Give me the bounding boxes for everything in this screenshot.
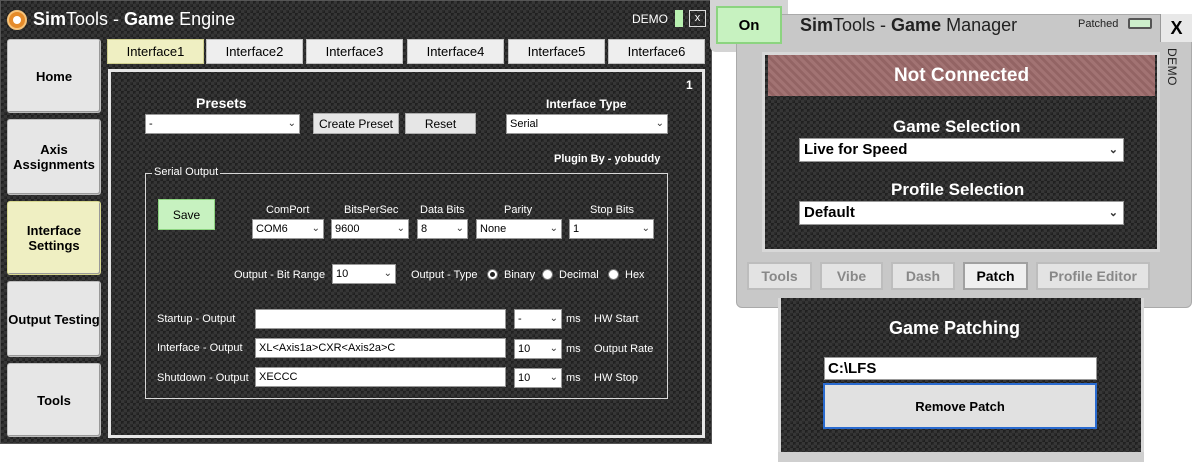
chevron-down-icon: ⌄ (396, 223, 405, 234)
decimal-radio[interactable] (542, 269, 553, 280)
startup-ms-unit: ms (566, 313, 581, 325)
game-patching-heading: Game Patching (889, 318, 1021, 338)
chevron-down-icon: ⌄ (549, 343, 558, 354)
binary-radio-label: Binary (504, 269, 536, 281)
chevron-down-icon: ⌄ (383, 268, 392, 279)
tab-interface3[interactable]: Interface3 (306, 39, 403, 64)
chevron-down-icon: ⌄ (287, 118, 296, 129)
decimal-radio-label: Decimal (559, 269, 599, 281)
interface-ms-unit: ms (566, 343, 581, 355)
tab-interface4[interactable]: Interface4 (407, 39, 504, 64)
chevron-down-icon: ⌄ (549, 313, 558, 324)
tab-dash[interactable]: Dash (891, 262, 955, 290)
hw-stop-label: HW Stop (594, 372, 639, 384)
manager-title: SimTools - Game Manager (800, 15, 1018, 35)
simtools-logo-icon (7, 10, 27, 30)
presets-select[interactable]: - ⌄ (145, 114, 300, 134)
remove-patch-button[interactable]: Remove Patch (823, 383, 1097, 429)
stopbits-select[interactable]: 1 ⌄ (569, 219, 654, 239)
profile-selection-heading: Profile Selection (891, 180, 1025, 199)
game-selection-select[interactable]: Live for Speed ⌄ (799, 138, 1124, 162)
tab-tools[interactable]: Tools (747, 262, 812, 290)
interface-output-label: Interface - Output (157, 342, 243, 354)
demo-toggle[interactable] (675, 10, 683, 27)
chevron-down-icon: ⌄ (455, 223, 464, 234)
interface-type-heading: Interface Type (546, 97, 627, 111)
startup-output-label: Startup - Output (157, 313, 236, 325)
tab-profile-editor[interactable]: Profile Editor (1036, 262, 1150, 290)
tab-interface6[interactable]: Interface6 (608, 39, 705, 64)
tab-patch[interactable]: Patch (963, 262, 1028, 290)
sidebar-axis-assignments-button[interactable]: Axis Assignments (7, 119, 101, 195)
output-rate-label: Output Rate (594, 343, 654, 355)
sidebar-home-button[interactable]: Home (7, 39, 101, 113)
game-selection-heading: Game Selection (893, 117, 1021, 136)
chevron-down-icon: ⌄ (311, 223, 320, 234)
serial-output-title: Serial Output (152, 166, 221, 178)
save-button[interactable]: Save (158, 199, 215, 230)
connection-status: Not Connected (768, 55, 1155, 96)
chevron-down-icon: ⌄ (1108, 207, 1118, 219)
chevron-down-icon: ⌄ (655, 118, 664, 129)
patched-indicator (1128, 18, 1152, 29)
patched-label: Patched (1078, 18, 1119, 30)
hex-radio-label: Hex (625, 269, 645, 281)
presets-heading: Presets (196, 95, 247, 111)
reset-button[interactable]: Reset (405, 113, 476, 134)
demo-label: DEMO (632, 12, 668, 26)
hex-radio[interactable] (608, 269, 619, 280)
databits-select[interactable]: 8 ⌄ (417, 219, 468, 239)
shutdown-output-field[interactable]: XECCC (255, 367, 506, 387)
manager-close-button[interactable]: X (1160, 14, 1192, 42)
parity-select[interactable]: None ⌄ (476, 219, 562, 239)
stopbits-label: Stop Bits (590, 204, 635, 216)
engine-close-button[interactable]: x (689, 10, 706, 27)
tab-interface5[interactable]: Interface5 (508, 39, 605, 64)
tab-vibe[interactable]: Vibe (820, 262, 883, 290)
bit-range-label: Output - Bit Range (234, 269, 326, 281)
engine-titlebar[interactable]: SimTools - Game Engine DEMO x (1, 1, 713, 37)
on-button[interactable]: On (716, 6, 782, 44)
chevron-down-icon: ⌄ (1108, 144, 1118, 156)
game-engine-window: SimTools - Game Engine DEMO x Home Axis … (0, 0, 712, 444)
interface-ms-select[interactable]: 10 ⌄ (514, 339, 562, 359)
sidebar-tools-button[interactable]: Tools (7, 363, 101, 437)
tab-interface1[interactable]: Interface1 (107, 39, 204, 64)
shutdown-ms-unit: ms (566, 372, 581, 384)
bit-range-select[interactable]: 10 ⌄ (332, 264, 396, 284)
binary-radio[interactable] (487, 269, 498, 280)
comport-select[interactable]: COM6 ⌄ (252, 219, 324, 239)
comport-label: ComPort (266, 204, 310, 216)
sidebar-output-testing-button[interactable]: Output Testing (7, 281, 101, 357)
patch-path-field[interactable]: C:\LFS (824, 357, 1097, 380)
databits-label: Data Bits (420, 204, 465, 216)
chevron-down-icon: ⌄ (641, 223, 650, 234)
startup-output-field[interactable] (255, 309, 506, 329)
interface-type-select[interactable]: Serial ⌄ (506, 114, 668, 134)
bitspersec-label: BitsPerSec (344, 204, 399, 216)
interface-output-field[interactable]: XL<Axis1a>CXR<Axis2a>C (255, 338, 506, 358)
demo-vertical-label: DEMO (1165, 48, 1179, 86)
parity-label: Parity (504, 204, 533, 216)
tab-interface2[interactable]: Interface2 (206, 39, 303, 64)
profile-selection-select[interactable]: Default ⌄ (799, 201, 1124, 225)
plugin-by-label: Plugin By - yobuddy (554, 153, 661, 165)
hw-start-label: HW Start (594, 313, 639, 325)
manager-bottom-edge (778, 452, 1144, 462)
output-type-label: Output - Type (411, 269, 478, 281)
create-preset-button[interactable]: Create Preset (313, 113, 399, 134)
interface-number: 1 (686, 78, 693, 92)
shutdown-output-label: Shutdown - Output (157, 372, 249, 384)
engine-title: SimTools - Game Engine (33, 9, 236, 29)
sidebar-interface-settings-button[interactable]: Interface Settings (7, 201, 101, 275)
startup-ms-select[interactable]: - ⌄ (514, 309, 562, 329)
chevron-down-icon: ⌄ (549, 372, 558, 383)
shutdown-ms-select[interactable]: 10 ⌄ (514, 368, 562, 388)
bitspersec-select[interactable]: 9600 ⌄ (331, 219, 409, 239)
chevron-down-icon: ⌄ (549, 223, 558, 234)
